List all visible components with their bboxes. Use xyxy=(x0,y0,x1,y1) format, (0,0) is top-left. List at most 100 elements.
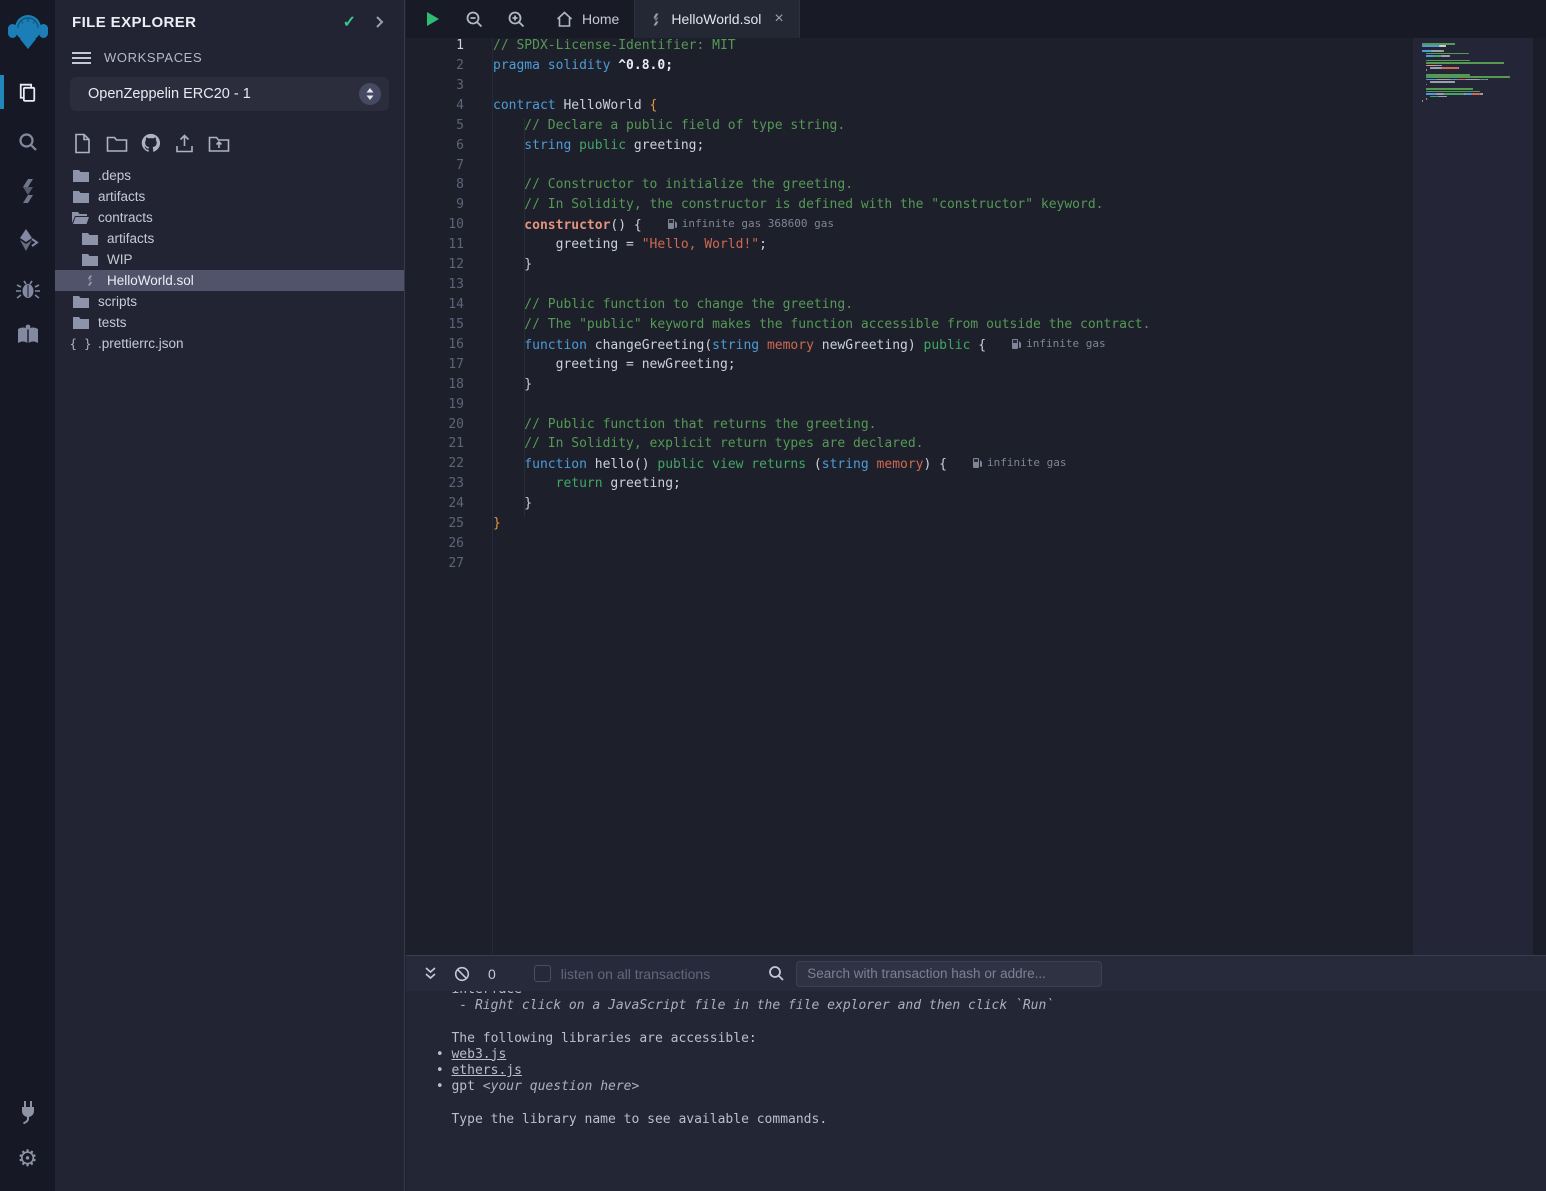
line-number: 18 xyxy=(406,377,464,397)
line-number: 8 xyxy=(406,177,464,197)
tree-item-artifacts[interactable]: artifacts xyxy=(55,228,404,249)
code-line-22[interactable]: function hello() public view returns (st… xyxy=(493,456,1413,476)
folder-icon xyxy=(72,189,89,205)
sidebar-item-search[interactable] xyxy=(0,119,55,165)
code-line-13[interactable] xyxy=(493,277,1413,297)
code-line-19[interactable] xyxy=(493,397,1413,417)
tree-item-contracts[interactable]: contracts xyxy=(55,207,404,228)
minimap[interactable] xyxy=(1422,43,1522,108)
terminal-link[interactable]: ethers.js xyxy=(451,1063,521,1078)
code-line-23[interactable]: return greeting; xyxy=(493,476,1413,496)
code-line-9[interactable]: // In Solidity, the constructor is defin… xyxy=(493,197,1413,217)
tree-item--deps[interactable]: .deps xyxy=(55,165,404,186)
terminal-output[interactable]: interface - Right click on a JavaScript … xyxy=(406,991,1546,1191)
zoom-in-icon[interactable] xyxy=(505,8,527,30)
tab-helloworld-label: HelloWorld.sol xyxy=(671,11,761,27)
upload-file-icon[interactable] xyxy=(172,131,197,155)
json-icon: { } xyxy=(72,336,89,352)
tree-item-label: HelloWorld.sol xyxy=(107,273,194,288)
line-number: 3 xyxy=(406,78,464,98)
listen-transactions-checkbox[interactable] xyxy=(534,965,551,982)
code-line-16[interactable]: function changeGreeting(string memory ne… xyxy=(493,337,1413,357)
code-line-5[interactable]: // Declare a public field of type string… xyxy=(493,118,1413,138)
terminal-search-input[interactable] xyxy=(796,961,1102,987)
terminal-link[interactable]: web3.js xyxy=(451,1047,506,1062)
sidebar-item-settings[interactable]: ⚙ xyxy=(0,1135,55,1181)
new-file-icon[interactable] xyxy=(70,131,95,155)
code-line-8[interactable]: // Constructor to initialize the greetin… xyxy=(493,177,1413,197)
plug-icon xyxy=(15,1099,41,1125)
workspace-dropdown[interactable]: OpenZeppelin ERC20 - 1 xyxy=(70,77,389,111)
new-folder-icon[interactable] xyxy=(104,131,129,155)
code-line-20[interactable]: // Public function that returns the gree… xyxy=(493,417,1413,437)
minimap-track[interactable] xyxy=(1413,38,1533,955)
folder-icon xyxy=(81,231,98,247)
code-editor[interactable]: 1234567891011121314151617181920212223242… xyxy=(406,38,1546,955)
code-line-25[interactable]: } xyxy=(493,516,1413,536)
code-line-6[interactable]: string public greeting; xyxy=(493,138,1413,158)
code-line-24[interactable]: } xyxy=(493,496,1413,516)
sort-arrows-icon[interactable] xyxy=(359,83,381,105)
tree-item-label: .prettierrc.json xyxy=(98,336,184,351)
code-line-4[interactable]: contract HelloWorld { xyxy=(493,98,1413,118)
code-line-18[interactable]: } xyxy=(493,377,1413,397)
code-line-14[interactable]: // Public function to change the greetin… xyxy=(493,297,1413,317)
terminal-line: - Right click on a JavaScript file in th… xyxy=(428,998,1546,1014)
hamburger-menu-icon[interactable] xyxy=(72,51,91,65)
listen-transactions-label: listen on all transactions xyxy=(561,966,710,982)
tree-item-artifacts[interactable]: artifacts xyxy=(55,186,404,207)
workspace-selected: OpenZeppelin ERC20 - 1 xyxy=(88,86,359,102)
tree-item-scripts[interactable]: scripts xyxy=(55,291,404,312)
chevron-right-icon[interactable] xyxy=(372,15,386,29)
sidebar-item-debugger[interactable] xyxy=(0,266,55,312)
sidebar-item-learneth[interactable] xyxy=(0,313,55,359)
line-number: 17 xyxy=(406,357,464,377)
line-number: 10 xyxy=(406,217,464,237)
expand-terminal-icon[interactable] xyxy=(418,962,442,986)
remix-logo-icon[interactable] xyxy=(5,8,51,56)
folder-icon xyxy=(72,315,89,331)
tree-item-helloworld-sol[interactable]: HelloWorld.sol xyxy=(55,270,404,291)
tree-item-wip[interactable]: WIP xyxy=(55,249,404,270)
line-number: 11 xyxy=(406,237,464,257)
sidebar-item-solidity-compiler[interactable] xyxy=(0,168,55,214)
clear-console-icon[interactable] xyxy=(450,962,474,986)
code-line-3[interactable] xyxy=(493,78,1413,98)
github-icon[interactable] xyxy=(138,131,163,155)
code-line-2[interactable]: pragma solidity ^0.8.0; xyxy=(493,58,1413,78)
tab-home[interactable]: Home xyxy=(541,0,634,38)
sidebar-item-plugin-manager[interactable] xyxy=(0,1089,55,1135)
tree-item--prettierrc-json[interactable]: { } .prettierrc.json xyxy=(55,333,404,354)
sidebar-item-file-explorer[interactable] xyxy=(0,69,55,115)
line-number: 4 xyxy=(406,98,464,118)
search-icon xyxy=(16,130,40,154)
code-line-11[interactable]: greeting = "Hello, World!"; xyxy=(493,237,1413,257)
tab-helloworld-sol[interactable]: HelloWorld.sol × xyxy=(634,0,799,38)
close-tab-icon[interactable]: × xyxy=(774,10,783,28)
tab-home-label: Home xyxy=(582,11,619,27)
check-icon[interactable]: ✓ xyxy=(343,12,356,32)
line-number: 26 xyxy=(406,536,464,556)
code-line-15[interactable]: // The "public" keyword makes the functi… xyxy=(493,317,1413,337)
code-line-1[interactable]: // SPDX-License-Identifier: MIT xyxy=(493,38,1413,58)
code-line-12[interactable]: } xyxy=(493,257,1413,277)
tree-item-tests[interactable]: tests xyxy=(55,312,404,333)
line-number: 16 xyxy=(406,337,464,357)
gas-estimate-badge: infinite gas xyxy=(973,456,1066,469)
upload-folder-icon[interactable] xyxy=(206,131,231,155)
code-line-10[interactable]: constructor() {infinite gas 368600 gas xyxy=(493,217,1413,237)
gas-estimate-badge: infinite gas xyxy=(1012,337,1105,350)
code-line-21[interactable]: // In Solidity, explicit return types ar… xyxy=(493,436,1413,456)
book-icon xyxy=(15,324,41,348)
code-line-27[interactable] xyxy=(493,556,1413,576)
zoom-out-icon[interactable] xyxy=(463,8,485,30)
code-line-7[interactable] xyxy=(493,158,1413,178)
code-line-26[interactable] xyxy=(493,536,1413,556)
code-area[interactable]: // SPDX-License-Identifier: MITpragma so… xyxy=(492,38,1413,955)
terminal-line: interface xyxy=(428,991,1546,998)
line-number: 27 xyxy=(406,556,464,576)
run-script-button[interactable] xyxy=(421,8,443,30)
editor-scrollbar[interactable] xyxy=(1533,38,1546,955)
sidebar-item-deploy-and-run[interactable] xyxy=(0,217,55,263)
code-line-17[interactable]: greeting = newGreeting; xyxy=(493,357,1413,377)
